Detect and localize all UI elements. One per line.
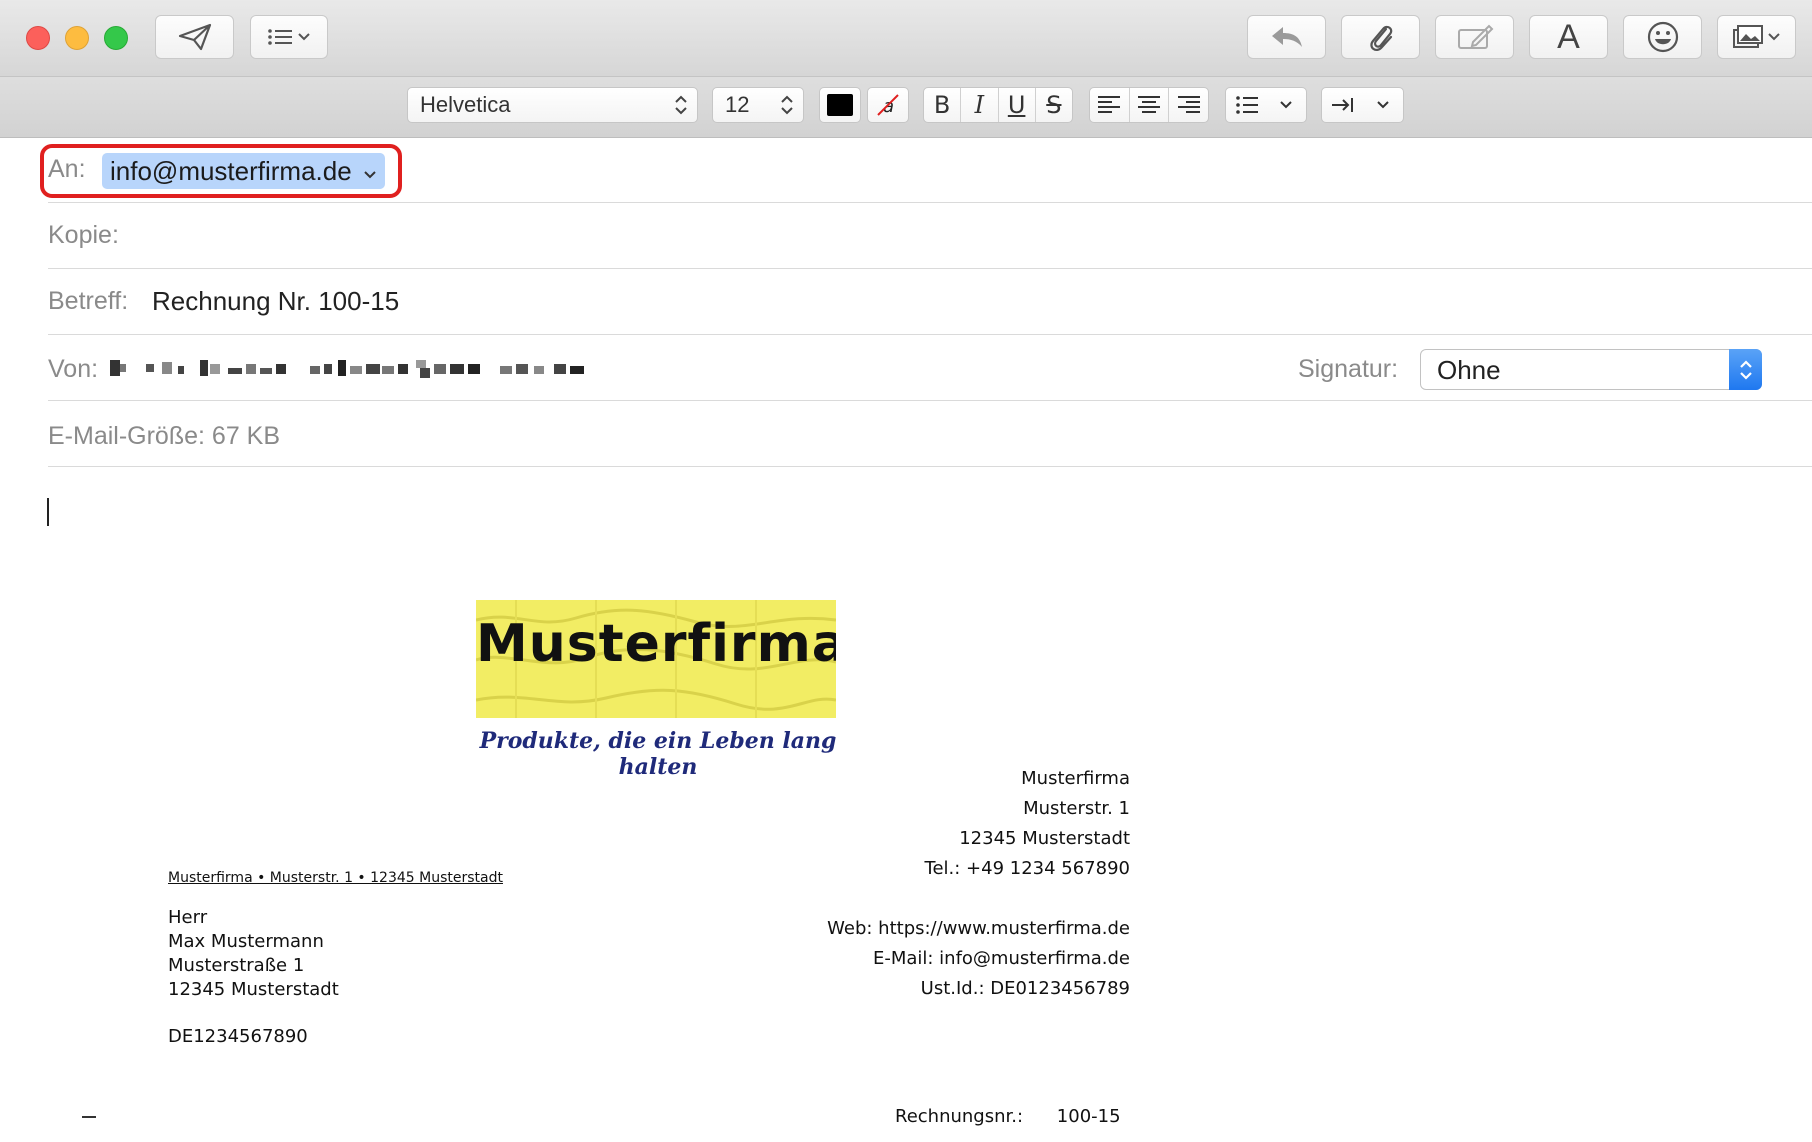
font-size-value: 12 bbox=[725, 92, 750, 117]
header-fields-menu-button[interactable] bbox=[250, 15, 328, 59]
message-size-field bbox=[48, 400, 1812, 467]
recipient-token[interactable]: info@musterfirma.de bbox=[102, 153, 385, 189]
underline-button[interactable]: U bbox=[999, 88, 1036, 122]
mail-compose-window: A Helvetica 12 a B I U S An: info@muster… bbox=[0, 0, 1812, 1142]
from-label: Von: bbox=[48, 355, 99, 383]
company-contact-line: Ust.Id.: DE0123456789 bbox=[920, 978, 1130, 999]
align-left-button[interactable] bbox=[1090, 88, 1130, 122]
text-style-group: B I U S bbox=[923, 87, 1073, 123]
indent-menu[interactable] bbox=[1321, 87, 1404, 123]
company-address-line: Musterstr. 1 bbox=[1023, 798, 1130, 819]
invoice-number-value: 100-15 bbox=[1056, 1106, 1121, 1127]
alignment-group bbox=[1089, 87, 1209, 123]
logo-wordmark: Musterfirma bbox=[476, 614, 836, 674]
font-family-value: Helvetica bbox=[420, 92, 511, 117]
invoice-number-row: Rechnungsnr.: 100-15 bbox=[895, 1106, 1121, 1127]
recipient-line: Herr bbox=[168, 907, 208, 928]
font-size-select[interactable]: 12 bbox=[712, 87, 804, 123]
list-style-menu[interactable] bbox=[1225, 87, 1307, 123]
recipient-address: info@musterfirma.de bbox=[110, 156, 352, 186]
italic-button[interactable]: I bbox=[961, 88, 999, 122]
close-window-button[interactable] bbox=[26, 26, 50, 50]
chevron-down-icon bbox=[364, 171, 376, 179]
recipient-address-block: Herr Max Mustermann Musterstraße 1 12345… bbox=[168, 906, 339, 1002]
indent-chevron-icon bbox=[1331, 98, 1389, 112]
redacted-sender-address[interactable] bbox=[110, 358, 670, 378]
signature-label: Signatur: bbox=[1298, 355, 1399, 383]
markup-button[interactable] bbox=[1435, 15, 1514, 59]
signature-select[interactable]: Ohne bbox=[1420, 349, 1762, 390]
subject-label: Betreff: bbox=[48, 287, 129, 315]
format-bar: Helvetica 12 a B I U S bbox=[0, 77, 1812, 138]
cc-field[interactable] bbox=[48, 202, 1812, 269]
emoji-button[interactable] bbox=[1623, 15, 1702, 59]
company-contact-line: E-Mail: info@musterfirma.de bbox=[872, 948, 1130, 969]
align-center-button[interactable] bbox=[1130, 88, 1170, 122]
recipient-line: 12345 Musterstadt bbox=[168, 979, 339, 1000]
select-stepper bbox=[1729, 349, 1762, 390]
svg-text:a: a bbox=[883, 96, 894, 117]
list-chevron-icon bbox=[268, 29, 310, 45]
message-size-value: 67 KB bbox=[211, 422, 281, 450]
align-right-button[interactable] bbox=[1169, 88, 1208, 122]
signature-value: Ohne bbox=[1437, 355, 1501, 385]
sender-return-line: Musterfirma • Musterstr. 1 • 12345 Muste… bbox=[168, 870, 503, 886]
company-contact-block: Web: https://www.musterfirma.de E-Mail: … bbox=[780, 914, 1130, 1004]
message-size-label: E-Mail-Größe: 67 KB bbox=[48, 422, 280, 451]
zoom-window-button[interactable] bbox=[104, 26, 128, 50]
company-address-block: Musterfirma Musterstr. 1 12345 Mustersta… bbox=[780, 764, 1130, 884]
no-highlight-icon: a bbox=[877, 94, 899, 117]
align-left-icon bbox=[1098, 96, 1121, 113]
paper-plane-icon bbox=[178, 23, 211, 51]
strikethrough-button[interactable]: S bbox=[1036, 88, 1072, 122]
photo-browser-icon bbox=[1732, 25, 1780, 48]
up-down-chevron-icon bbox=[781, 95, 793, 115]
up-down-chevron-icon bbox=[675, 95, 687, 115]
font-format-icon: A bbox=[1557, 17, 1580, 56]
company-logo: Musterfirma bbox=[476, 600, 836, 718]
recipient-vat-id: DE1234567890 bbox=[168, 1026, 308, 1047]
company-address-line: 12345 Musterstadt bbox=[959, 828, 1130, 849]
photo-browser-button[interactable] bbox=[1717, 15, 1796, 59]
company-address-line: Musterfirma bbox=[1021, 768, 1130, 789]
markup-pen-icon bbox=[1457, 24, 1493, 49]
subject-value[interactable]: Rechnung Nr. 100-15 bbox=[152, 286, 399, 317]
reply-arrow-icon bbox=[1271, 27, 1302, 47]
company-contact-line: Web: https://www.musterfirma.de bbox=[827, 918, 1130, 939]
minimize-window-button[interactable] bbox=[65, 26, 89, 50]
recipient-line: Musterstraße 1 bbox=[168, 955, 305, 976]
message-size-caption: E-Mail-Größe: bbox=[48, 422, 205, 450]
attach-button[interactable] bbox=[1341, 15, 1420, 59]
paperclip-icon bbox=[1369, 25, 1392, 51]
up-down-chevron-icon bbox=[1739, 359, 1752, 380]
font-family-select[interactable]: Helvetica bbox=[407, 87, 698, 123]
text-color-swatch bbox=[827, 94, 853, 116]
bold-button[interactable]: B bbox=[924, 88, 962, 122]
cc-label: Kopie: bbox=[48, 221, 119, 249]
invoice-number-label: Rechnungsnr.: bbox=[895, 1106, 1024, 1127]
text-color-button[interactable] bbox=[819, 87, 861, 123]
bulleted-list-chevron-icon bbox=[1236, 96, 1292, 114]
reply-button[interactable] bbox=[1247, 15, 1326, 59]
text-cursor bbox=[47, 498, 49, 526]
background-color-button[interactable]: a bbox=[867, 87, 909, 123]
toolbar: A bbox=[0, 0, 1812, 77]
align-right-icon bbox=[1177, 96, 1200, 113]
smiley-icon bbox=[1647, 21, 1678, 53]
company-address-line: Tel.: +49 1234 567890 bbox=[924, 858, 1130, 879]
align-center-icon bbox=[1138, 96, 1160, 113]
fold-mark bbox=[82, 1116, 96, 1118]
recipient-line: Max Mustermann bbox=[168, 931, 324, 952]
format-button[interactable]: A bbox=[1529, 15, 1608, 59]
send-button[interactable] bbox=[155, 15, 234, 59]
